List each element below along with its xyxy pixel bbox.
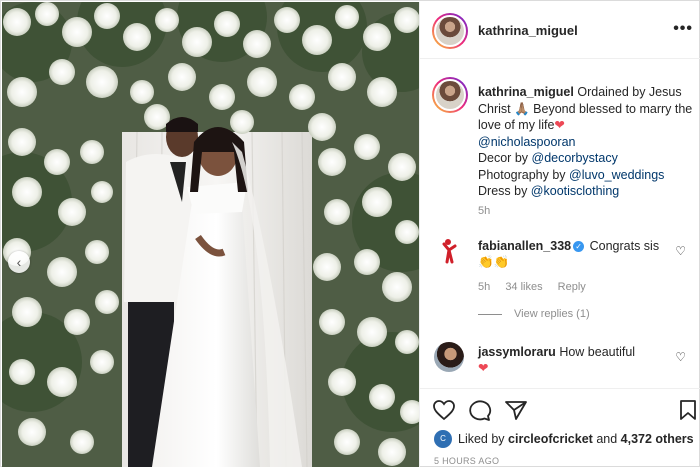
author-username[interactable]: kathrina_miguel xyxy=(478,23,578,38)
chevron-left-icon: ‹ xyxy=(16,254,22,270)
comment-2-heart-emoji: ❤ xyxy=(478,361,489,375)
liked-by-count[interactable]: 4,372 others xyxy=(621,432,694,446)
comment-1-time: 5h xyxy=(478,281,491,293)
like-comment-1-heart-icon[interactable]: ♡ xyxy=(675,244,686,258)
save-bookmark-icon[interactable] xyxy=(678,399,698,421)
comment-2-username[interactable]: jassymloraru xyxy=(478,345,556,359)
caption-time: 5h xyxy=(478,205,491,217)
wedding-photo-illustration xyxy=(2,2,419,467)
post-header: kathrina_miguel ••• xyxy=(420,2,700,59)
author-avatar[interactable] xyxy=(432,13,468,49)
red-heart-icon: ❤ xyxy=(554,118,565,132)
clapping-emoji: 👏👏 xyxy=(478,255,510,269)
previous-photo-button[interactable]: ‹ xyxy=(8,251,30,273)
comment-1-meta: 5h 34 likes Reply xyxy=(478,281,598,293)
share-send-icon[interactable] xyxy=(504,399,528,421)
mention-link-decor[interactable]: @decorbystacy xyxy=(532,151,618,165)
liked-by-prefix: Liked by xyxy=(458,432,505,446)
comment-2-text: How beautiful xyxy=(559,345,636,359)
comment-bubble-icon[interactable] xyxy=(468,399,492,421)
like-heart-icon[interactable] xyxy=(432,399,456,421)
comment-1: fabianallen_338 ✓ Congrats sis 👏👏 xyxy=(478,238,678,270)
post-caption: kathrina_miguel Ordained by Jesus Christ… xyxy=(478,84,693,200)
divider-line xyxy=(478,313,502,315)
caption-username[interactable]: kathrina_miguel xyxy=(478,85,574,99)
liker-avatar[interactable]: C xyxy=(434,430,452,448)
view-replies-label: View replies (1) xyxy=(514,308,590,320)
photography-label: Photography by xyxy=(478,167,570,182)
decor-label: Decor by xyxy=(478,151,532,165)
comment-1-text: Congrats sis xyxy=(589,239,660,253)
liked-by-row: C Liked by circleofcricket and 4,372 oth… xyxy=(434,430,694,448)
liked-by-and: and xyxy=(596,432,618,446)
comment-1-reply-button[interactable]: Reply xyxy=(558,281,586,293)
post-side-panel: kathrina_miguel ••• kathrina_miguel Orda… xyxy=(419,2,700,467)
post-photo[interactable]: ‹ xyxy=(2,2,419,467)
mention-link-dress[interactable]: @kootisclothing xyxy=(531,184,619,198)
comment-1-username[interactable]: fabianallen_338 xyxy=(478,239,571,253)
mention-link-groom[interactable]: @nicholaspooran xyxy=(478,135,575,149)
commenter-avatar[interactable] xyxy=(434,236,464,266)
view-replies-button[interactable]: View replies (1) xyxy=(478,308,590,320)
comment-1-likes[interactable]: 34 likes xyxy=(505,281,542,293)
dress-label: Dress by xyxy=(478,184,531,198)
like-comment-2-heart-icon[interactable]: ♡ xyxy=(675,350,686,364)
mention-link-photography[interactable]: @luvo_weddings xyxy=(569,168,664,182)
caption-avatar[interactable] xyxy=(432,77,468,113)
liked-by-user[interactable]: circleofcricket xyxy=(508,432,593,446)
instagram-post: ‹ kathrina_miguel ••• kathrina_miguel Or… xyxy=(0,0,700,467)
post-timestamp: 5 HOURS AGO xyxy=(434,456,500,466)
more-options-icon[interactable]: ••• xyxy=(673,20,693,38)
comment-2: jassymloraru How beautiful ❤ xyxy=(478,344,678,376)
commenter-2-avatar[interactable] xyxy=(434,342,464,372)
verified-badge-icon: ✓ xyxy=(573,241,585,253)
post-actions-bar xyxy=(420,388,700,432)
